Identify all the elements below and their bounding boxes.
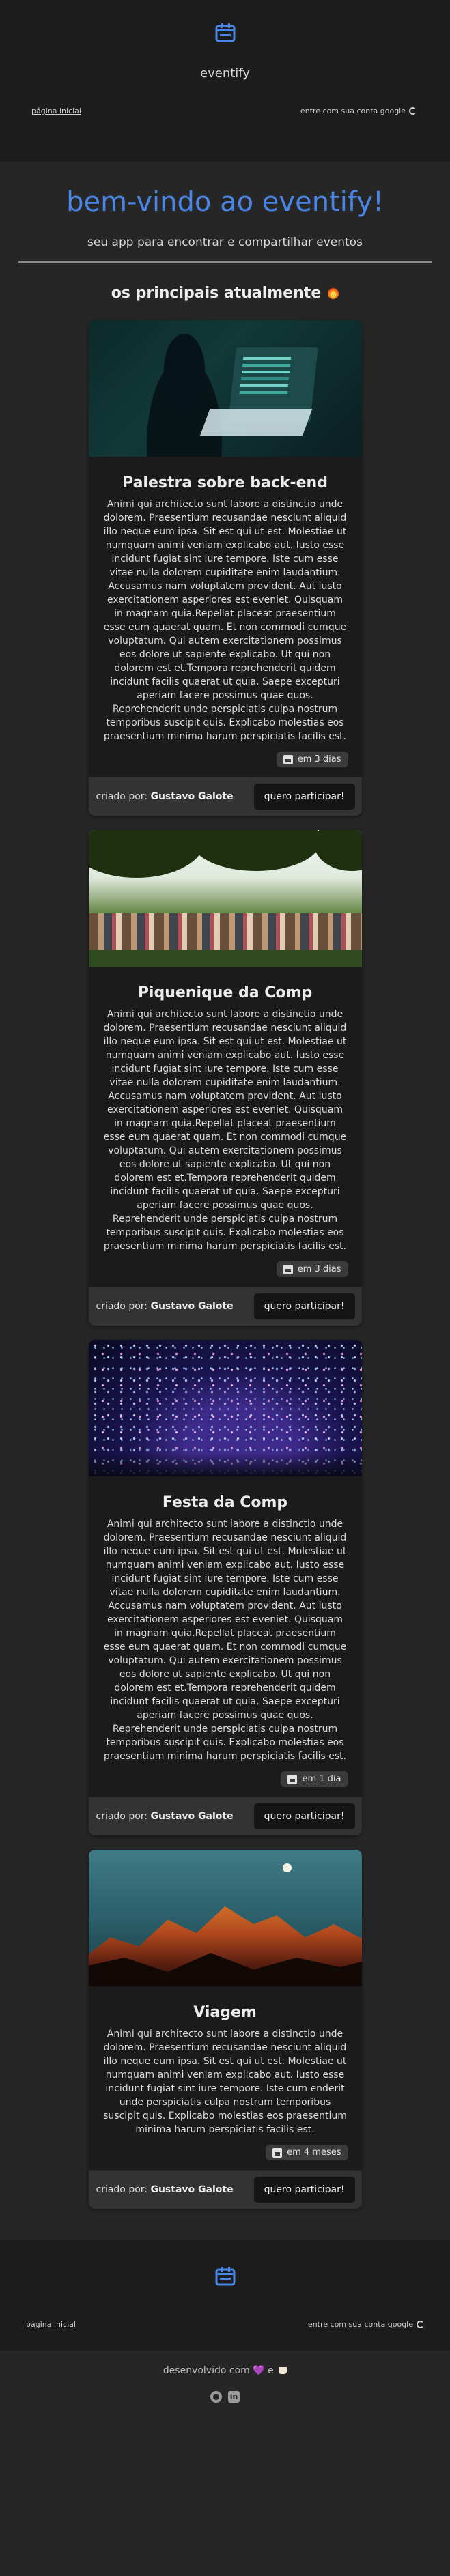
event-date-label: em 3 dias [297, 754, 341, 764]
event-description: Animi qui architecto sunt labore a disti… [103, 2029, 347, 2135]
event-card: Palestra sobre back-end Animi qui archit… [88, 320, 362, 816]
event-title: Viagem [193, 2004, 257, 2021]
event-list: Palestra sobre back-end Animi qui archit… [0, 320, 450, 2209]
creator-name: Gustavo Galote [150, 1301, 234, 1312]
event-description: Animi qui architecto sunt labore a disti… [103, 499, 347, 742]
event-creator: criado por: Gustavo Galote [96, 1301, 234, 1312]
creator-prefix: criado por: [96, 1301, 148, 1312]
event-card: Festa da Comp Animi qui architecto sunt … [88, 1340, 362, 1835]
site-footer: página inicial entre com sua conta googl… [0, 2240, 450, 2351]
event-image [88, 320, 362, 457]
event-footer: criado por: Gustavo Galote quero partici… [88, 1287, 362, 1326]
creator-prefix: criado por: [96, 791, 148, 802]
google-login-link[interactable]: entre com sua conta google [300, 106, 417, 115]
event-date-label: em 1 dia [302, 1774, 341, 1784]
event-description: Animi qui architecto sunt labore a disti… [103, 1009, 347, 1252]
google-login-label: entre com sua conta google [307, 2320, 413, 2329]
event-date-badge: em 1 dia [281, 1771, 348, 1787]
event-title: Palestra sobre back-end [122, 474, 328, 491]
event-date-badge: em 4 meses [266, 2145, 348, 2160]
creator-prefix: criado por: [96, 1811, 148, 1822]
creator-name: Gustavo Galote [150, 791, 234, 802]
event-image [88, 1340, 362, 1476]
section-title-label: os principais atualmente [111, 285, 322, 302]
join-event-button[interactable]: quero participar! [253, 2177, 355, 2203]
creator-name: Gustavo Galote [150, 2184, 234, 2195]
google-icon [409, 107, 417, 115]
github-icon[interactable] [210, 2391, 222, 2403]
event-card: Piquenique da Comp Animi qui architecto … [88, 830, 362, 1326]
event-footer: criado por: Gustavo Galote quero partici… [88, 2170, 362, 2209]
event-creator: criado por: Gustavo Galote [96, 1811, 234, 1822]
event-creator: criado por: Gustavo Galote [96, 2184, 234, 2195]
event-creator: criado por: Gustavo Galote [96, 791, 234, 802]
section-title: os principais atualmente [0, 285, 450, 302]
linkedin-icon[interactable]: in [228, 2391, 240, 2403]
hero-title: bem-vindo ao eventify! [66, 186, 384, 218]
footer-google-login-link[interactable]: entre com sua conta google [308, 2320, 424, 2329]
calendar-icon[interactable] [214, 22, 236, 44]
nav-home-link[interactable]: página inicial [31, 106, 81, 115]
social-links: in [0, 2391, 450, 2403]
hero-section: bem-vindo ao eventify! seu app para enco… [0, 162, 450, 302]
join-event-button[interactable]: quero participar! [253, 1803, 355, 1829]
calendar-icon [283, 754, 293, 764]
event-date-label: em 3 dias [297, 1264, 341, 1274]
join-event-button[interactable]: quero participar! [253, 784, 355, 810]
credits-label: desenvolvido com [163, 2365, 250, 2376]
event-date-badge: em 3 dias [276, 752, 348, 767]
event-title: Piquenique da Comp [137, 984, 313, 1001]
hero-subtitle: seu app para encontrar e compartilhar ev… [87, 235, 363, 249]
footer-home-link[interactable]: página inicial [26, 2320, 76, 2329]
credits-text: desenvolvido com 💜 e [0, 2365, 450, 2376]
google-icon [417, 2321, 424, 2328]
event-footer: criado por: Gustavo Galote quero partici… [88, 777, 362, 816]
creator-prefix: criado por: [96, 2184, 148, 2195]
event-image [88, 1850, 362, 1986]
event-date-label: em 4 meses [287, 2147, 341, 2158]
calendar-icon [287, 1774, 298, 1784]
hero-divider [18, 261, 432, 263]
brand-name: eventify [200, 66, 250, 81]
event-card: Viagem Animi qui architecto sunt labore … [88, 1850, 362, 2209]
google-login-label: entre com sua conta google [300, 106, 406, 115]
heart-icon: 💜 [253, 2365, 265, 2376]
calendar-icon [272, 2147, 283, 2158]
event-date-badge: em 3 dias [276, 1261, 348, 1277]
fire-icon [328, 287, 339, 299]
event-description: Animi qui architecto sunt labore a disti… [103, 1519, 347, 1762]
credits-connector: e [268, 2365, 274, 2376]
event-title: Festa da Comp [162, 1494, 288, 1511]
credits-bar: desenvolvido com 💜 e in [0, 2351, 450, 2419]
event-image [88, 830, 362, 967]
calendar-icon[interactable] [214, 2265, 236, 2287]
calendar-icon [283, 1264, 293, 1274]
coffee-icon [279, 2367, 287, 2374]
site-header: eventify página inicial entre com sua co… [0, 0, 450, 162]
event-footer: criado por: Gustavo Galote quero partici… [88, 1797, 362, 1835]
join-event-button[interactable]: quero participar! [253, 1293, 355, 1319]
creator-name: Gustavo Galote [150, 1811, 234, 1822]
